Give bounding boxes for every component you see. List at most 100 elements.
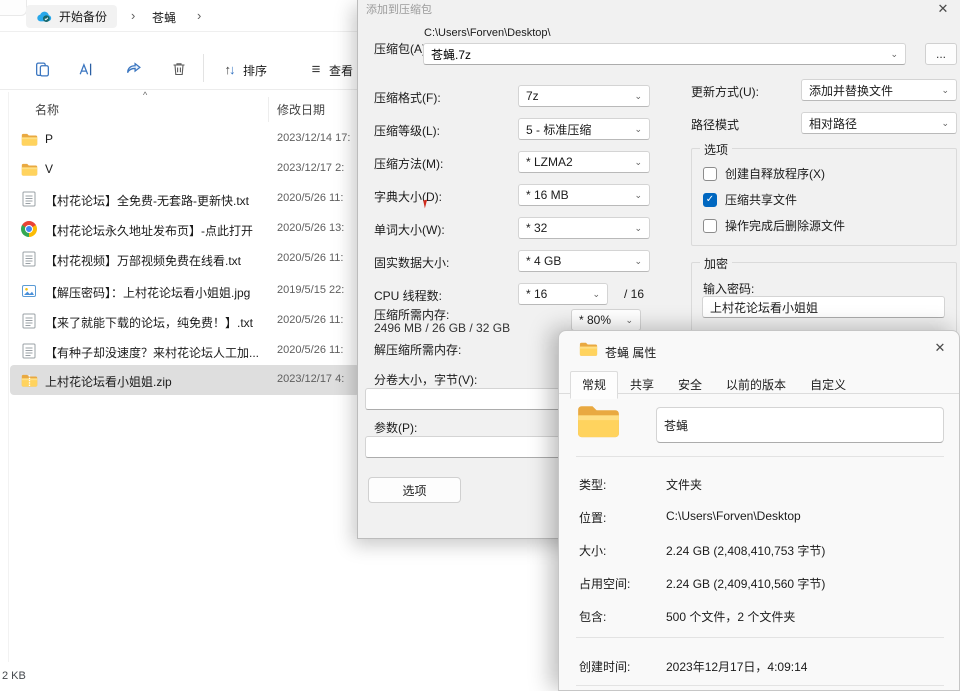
file-name: 【村花视频】万部视频免费在线看.txt: [45, 252, 241, 269]
onedrive-backup-icon: [36, 9, 52, 25]
update-mode-select[interactable]: 添加并替换文件⌄: [801, 79, 957, 101]
path-mode-select[interactable]: 相对路径⌄: [801, 112, 957, 134]
chevron-down-icon: ⌄: [625, 315, 633, 326]
chevron-down-icon: ⌄: [634, 124, 642, 135]
cpu-threads-select[interactable]: * 16⌄: [518, 283, 608, 305]
paste-button[interactable]: [31, 58, 53, 80]
divider: [576, 456, 944, 457]
format-label: 压缩格式(F):: [374, 89, 441, 106]
archive-name-combo[interactable]: ⌄: [423, 43, 906, 65]
method-select[interactable]: * LZMA2⌄: [518, 151, 650, 173]
image-file-icon: [20, 282, 38, 300]
sort-button-label[interactable]: 排序: [243, 62, 267, 79]
dictionary-select[interactable]: * 16 MB⌄: [518, 184, 650, 206]
sort-button[interactable]: ↑↓: [218, 58, 240, 80]
column-header-name[interactable]: 名称: [35, 101, 59, 118]
close-icon[interactable]: ✕: [932, 0, 954, 18]
password-input[interactable]: [702, 296, 945, 318]
file-row-selected[interactable]: 上村花论坛看小姐姐.zip 2023/12/17 4:: [10, 365, 360, 395]
archive-name-input[interactable]: [424, 47, 883, 61]
folder-name-input[interactable]: [656, 407, 944, 443]
password-label: 输入密码:: [703, 280, 754, 297]
file-name: 上村花论坛看小姐姐.zip: [45, 373, 172, 390]
zip-folder-icon: [20, 371, 38, 389]
file-row[interactable]: 【有种子却没速度？来村花论坛人工加... 2020/5/26 11:: [10, 336, 360, 366]
sfx-checkbox[interactable]: 创建自释放程序(X): [703, 165, 825, 182]
file-row[interactable]: 【村花视频】万部视频免费在线看.txt 2020/5/26 11:: [10, 244, 360, 274]
chevron-down-icon: ⌄: [941, 85, 949, 96]
file-date: 2020/5/26 11:: [277, 252, 343, 264]
solid-block-select[interactable]: * 4 GB⌄: [518, 250, 650, 272]
chevron-down-icon: ⌄: [634, 223, 642, 234]
encryption-group-title: 加密: [700, 255, 732, 272]
file-date: 2020/5/26 13:: [277, 222, 344, 234]
sort-ascending-caret-icon: ^: [143, 90, 147, 100]
delete-after-checkbox[interactable]: 操作完成后删除源文件: [703, 217, 845, 234]
word-size-select[interactable]: * 32⌄: [518, 217, 650, 239]
contains-label: 包含:: [579, 608, 606, 625]
close-icon[interactable]: ✕: [929, 339, 951, 357]
size-label: 大小:: [579, 542, 606, 559]
tab-strip: 常规 共享 安全 以前的版本 自定义: [570, 371, 858, 399]
chevron-down-icon: ⌄: [634, 190, 642, 201]
view-lines-icon: ≡: [312, 61, 321, 78]
tab-previous-versions[interactable]: 以前的版本: [714, 371, 798, 399]
file-name: 【来了就能下载的论坛，纯免费！】.txt: [45, 314, 253, 331]
breadcrumb-current[interactable]: 苍蝇: [152, 9, 176, 26]
tab-customize[interactable]: 自定义: [798, 371, 858, 399]
dialog-title: 苍蝇 属性: [605, 344, 656, 361]
text-file-icon: [20, 250, 38, 268]
options-group-title: 选项: [700, 141, 732, 158]
share-button[interactable]: [122, 58, 144, 80]
chevron-down-icon[interactable]: ⌄: [883, 49, 905, 60]
dictionary-label: 字典大小(D):: [374, 188, 442, 205]
created-value: 2023年12月17日，4:09:14: [666, 658, 807, 675]
chevron-down-icon: ⌄: [941, 118, 949, 129]
file-date: 2023/12/17 2:: [277, 162, 344, 174]
view-button-label[interactable]: 查看: [329, 62, 353, 79]
shared-files-checkbox[interactable]: ✓ 压缩共享文件: [703, 191, 797, 208]
folder-icon: [20, 130, 38, 148]
file-name: 【村花论坛永久地址发布页】-点此打开: [45, 222, 253, 239]
browse-button[interactable]: ...: [925, 43, 957, 65]
update-mode-label: 更新方式(U):: [691, 83, 759, 100]
type-value: 文件夹: [666, 476, 702, 493]
tab-general[interactable]: 常规: [570, 371, 618, 399]
folder-icon: [20, 160, 38, 178]
breadcrumb-root[interactable]: 开始备份: [26, 5, 117, 28]
chevron-down-icon: ⌄: [634, 256, 642, 267]
options-button[interactable]: 选项: [368, 477, 461, 503]
file-date: 2020/5/26 11:: [277, 314, 343, 326]
memory-percent-select[interactable]: * 80%⌄: [571, 309, 641, 331]
pane-edge: [8, 92, 9, 662]
column-header-date[interactable]: 修改日期: [277, 101, 325, 118]
file-row[interactable]: 【村花论坛永久地址发布页】-点此打开 2020/5/26 13:: [10, 214, 360, 244]
folder-icon-large: [576, 402, 621, 443]
format-select[interactable]: 7z⌄: [518, 85, 650, 107]
column-divider[interactable]: [268, 97, 269, 122]
file-row[interactable]: 【解压密码】：上村花论坛看小姐姐.jpg 2019/5/15 22:: [10, 276, 360, 306]
level-select[interactable]: 5 - 标准压缩⌄: [518, 118, 650, 140]
file-row[interactable]: 【来了就能下载的论坛，纯免费！】.txt 2020/5/26 11:: [10, 306, 360, 336]
location-value: C:\Users\Forven\Desktop: [666, 509, 801, 523]
rename-button[interactable]: [74, 58, 96, 80]
tab-security[interactable]: 安全: [666, 371, 714, 399]
memory-compress-value: 2496 MB / 26 GB / 32 GB: [374, 321, 510, 335]
size-on-disk-value: 2.24 GB (2,409,410,560 字节): [666, 575, 825, 592]
parameters-label: 参数(P):: [374, 419, 417, 436]
file-row[interactable]: 【村花论坛】全免费-无套路-更新快.txt 2020/5/26 11:: [10, 184, 360, 214]
tab-sharing[interactable]: 共享: [618, 371, 666, 399]
rename-icon: [77, 61, 94, 78]
delete-button[interactable]: [168, 58, 190, 80]
text-file-icon: [20, 342, 38, 360]
size-on-disk-label: 占用空间:: [579, 575, 630, 592]
contains-value: 500 个文件，2 个文件夹: [666, 608, 795, 625]
view-button[interactable]: ≡: [305, 58, 327, 80]
text-file-icon: [20, 312, 38, 330]
method-label: 压缩方法(M):: [374, 155, 443, 172]
toolbar-divider: [203, 54, 204, 82]
level-label: 压缩等级(L):: [374, 122, 440, 139]
file-row[interactable]: V 2023/12/17 2:: [10, 154, 360, 184]
file-row[interactable]: P 2023/12/14 17:: [10, 124, 360, 154]
file-name: 【解压密码】：上村花论坛看小姐姐.jpg: [45, 284, 250, 301]
